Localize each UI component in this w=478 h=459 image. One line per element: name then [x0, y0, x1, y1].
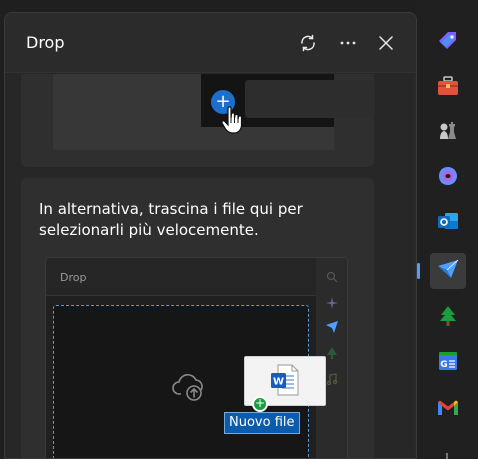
drop-panel: Drop + In alternativa, trascina i file q…: [4, 12, 417, 459]
panel-header: Drop: [5, 13, 416, 73]
mini-window-title: Drop: [60, 271, 87, 284]
sidebar-item-outlook[interactable]: [430, 205, 466, 241]
close-icon: [377, 34, 395, 52]
sidebar-item-tree[interactable]: [430, 300, 466, 336]
drag-drop-instruction: In alternativa, trascina i file qui per …: [39, 200, 303, 239]
edge-sidebar-app: Drop + In alternativa, trascina i file q…: [0, 0, 478, 459]
more-icon: [338, 33, 358, 53]
upload-illustration: +: [53, 74, 375, 150]
more-options-button[interactable]: [334, 29, 362, 57]
panel-title: Drop: [26, 33, 65, 52]
tip-card-upload: +: [21, 74, 375, 167]
mini-window-header: Drop: [46, 258, 316, 296]
illustration-text-field: [245, 80, 375, 118]
tip-card-drag-drop: In alternativa, trascina i file qui per …: [21, 178, 374, 458]
mini-drop-icon: [326, 318, 338, 333]
gmail-icon: [437, 399, 459, 421]
sidebar-item-gmail[interactable]: [430, 392, 466, 428]
panel-content[interactable]: + In alternativa, trascina i file qui pe…: [5, 74, 416, 458]
news-icon: G: [437, 350, 459, 376]
cloud-upload-icon: [172, 372, 206, 406]
active-item-indicator: [417, 263, 420, 279]
sidebar-item-news[interactable]: G: [430, 345, 466, 381]
copilot-icon: [437, 165, 459, 191]
svg-text:G: G: [440, 360, 447, 370]
sidebar-item-drop[interactable]: [430, 253, 466, 289]
tree-icon: [437, 305, 459, 331]
svg-text:W: W: [273, 377, 284, 388]
drop-icon: [437, 259, 459, 283]
tag-icon: [437, 30, 459, 56]
outlook-icon: [437, 210, 459, 236]
mini-music-icon: [326, 370, 338, 386]
drag-drop-illustration: Drop W + Nuovo file: [45, 257, 348, 458]
toolbox-icon: [437, 76, 459, 100]
sidebar-item-shopping[interactable]: [430, 25, 466, 61]
sidebar-item-copilot[interactable]: [430, 160, 466, 196]
mini-sparkle-icon: [326, 294, 338, 309]
copy-plus-icon: +: [252, 396, 268, 412]
sidebar-item-tools[interactable]: [430, 70, 466, 106]
word-document-icon: W: [270, 364, 300, 400]
hand-pointer-icon: [220, 105, 246, 139]
drag-file-label: Nuovo file: [224, 412, 300, 434]
mini-search-icon: [326, 268, 338, 283]
sidebar-item-games[interactable]: [430, 115, 466, 151]
refresh-icon: [298, 33, 318, 53]
close-button[interactable]: [372, 29, 400, 57]
edge-sidebar: G: [417, 0, 478, 459]
mini-tree-icon: [326, 344, 338, 359]
refresh-button[interactable]: [294, 29, 322, 57]
chess-icon: [437, 120, 459, 146]
sidebar-divider: [446, 453, 448, 459]
